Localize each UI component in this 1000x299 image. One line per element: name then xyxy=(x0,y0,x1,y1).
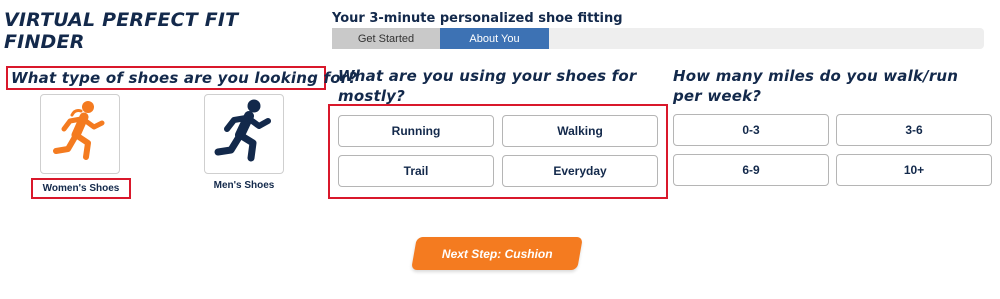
usage-option-running[interactable]: Running xyxy=(338,115,494,147)
usage-options-group: Running Walking Trail Everyday xyxy=(328,104,668,199)
progress-bar: Get Started About You xyxy=(332,28,984,49)
womens-shoes-card[interactable] xyxy=(40,94,120,174)
usage-option-everyday[interactable]: Everyday xyxy=(502,155,658,187)
runner-icon xyxy=(48,97,112,171)
progress-caption: Your 3-minute personalized shoe fitting xyxy=(332,11,623,26)
miles-option-6-9[interactable]: 6-9 xyxy=(673,154,829,186)
usage-question: What are you using your shoes for mostly… xyxy=(338,67,637,105)
shoe-type-question: What type of shoes are you looking for? xyxy=(6,66,357,90)
usage-option-trail[interactable]: Trail xyxy=(338,155,494,187)
mens-shoes-card[interactable] xyxy=(204,94,284,174)
mens-shoes-label[interactable]: Men's Shoes xyxy=(194,180,294,191)
miles-question: How many miles do you walk/run per week? xyxy=(673,67,959,105)
next-step-button[interactable]: Next Step: Cushion xyxy=(411,237,583,270)
runner-icon xyxy=(212,97,276,171)
page-title: VIRTUAL PERFECT FIT FINDER xyxy=(4,9,239,53)
next-step-label: Next Step: Cushion xyxy=(441,246,553,261)
womens-shoes-label[interactable]: Women's Shoes xyxy=(31,178,131,199)
progress-step-about-you[interactable]: About You xyxy=(440,28,549,49)
miles-option-3-6[interactable]: 3-6 xyxy=(836,114,992,146)
miles-option-0-3[interactable]: 0-3 xyxy=(673,114,829,146)
miles-option-10-plus[interactable]: 10+ xyxy=(836,154,992,186)
progress-step-get-started[interactable]: Get Started xyxy=(332,28,440,49)
usage-option-walking[interactable]: Walking xyxy=(502,115,658,147)
